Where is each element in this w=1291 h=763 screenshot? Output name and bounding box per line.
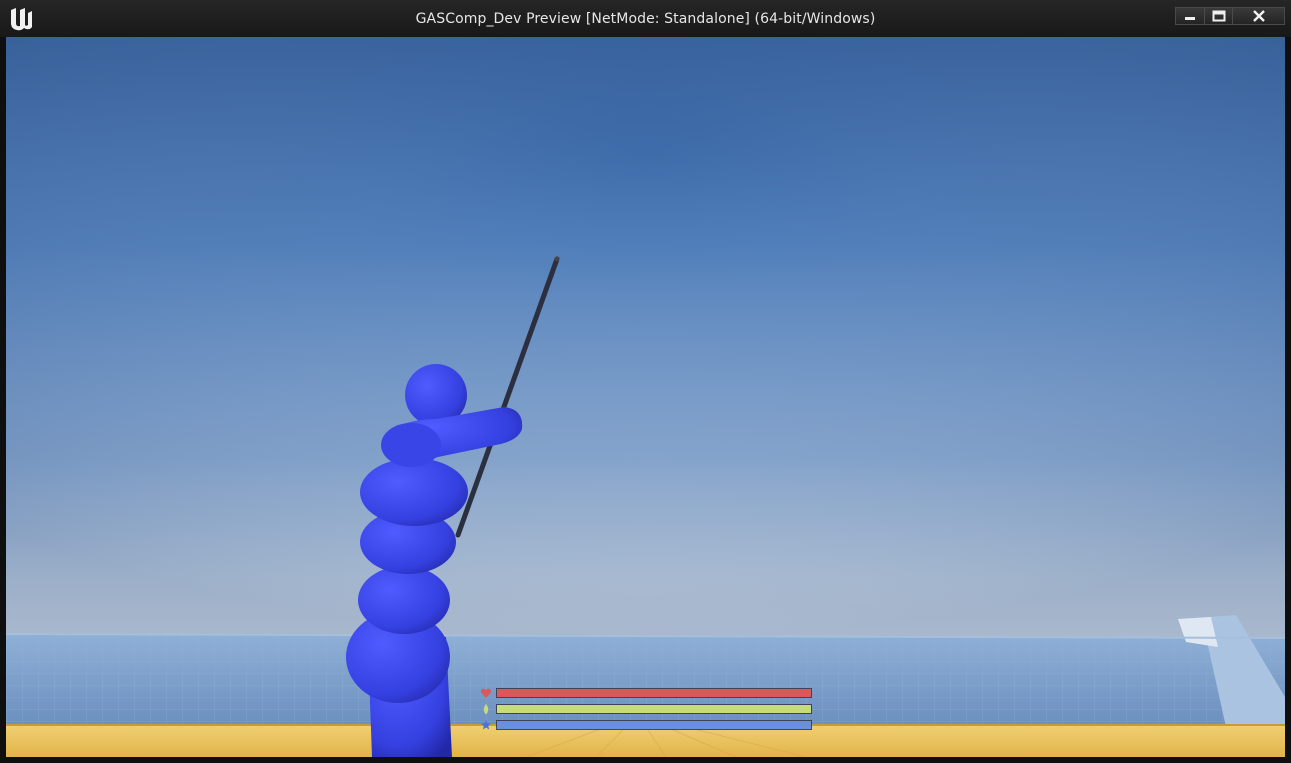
game-window: GASComp_Dev Preview [NetMode: Standalone… [0, 0, 1291, 763]
game-scene [6, 37, 1285, 757]
mana-icon [481, 720, 491, 730]
minimize-button[interactable] [1175, 7, 1205, 25]
window-title: GASComp_Dev Preview [NetMode: Standalone… [415, 11, 876, 27]
stamina-bar [496, 704, 812, 714]
close-button[interactable] [1233, 7, 1285, 25]
close-icon [1252, 10, 1265, 22]
mana-bar-fill [497, 721, 811, 729]
stamina-bar-fill [497, 705, 811, 713]
health-row [480, 687, 820, 700]
maximize-button[interactable] [1205, 7, 1233, 25]
mana-bar [496, 720, 812, 730]
health-bar-fill [497, 689, 811, 697]
window-controls [1175, 7, 1285, 27]
mana-row [480, 719, 820, 732]
health-bar [496, 688, 812, 698]
stamina-row [480, 703, 820, 716]
game-viewport[interactable] [6, 37, 1285, 757]
title-bar[interactable]: GASComp_Dev Preview [NetMode: Standalone… [0, 0, 1291, 37]
heart-icon [480, 688, 492, 698]
stamina-icon [483, 704, 489, 714]
minimize-icon [1185, 17, 1195, 20]
maximize-icon [1212, 10, 1225, 22]
